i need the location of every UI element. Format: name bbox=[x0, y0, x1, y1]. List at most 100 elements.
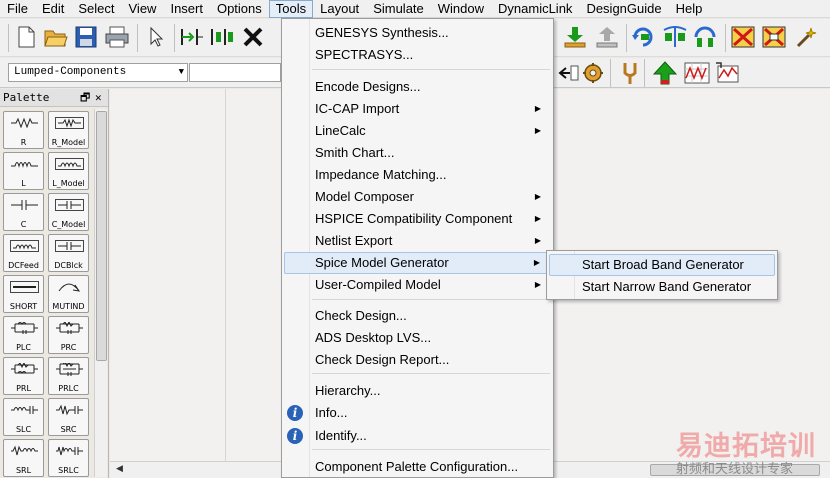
submenu-arrow-icon: ▶ bbox=[534, 214, 541, 223]
close-icon[interactable]: ✕ bbox=[95, 89, 102, 107]
menu-item-label: IC-CAP Import bbox=[315, 101, 400, 116]
menu-item-netlist-export[interactable]: Netlist Export ▶ bbox=[284, 230, 551, 252]
palette-item-r[interactable]: R bbox=[3, 111, 44, 149]
menu-simulate[interactable]: Simulate bbox=[366, 0, 431, 18]
menu-window[interactable]: Window bbox=[431, 0, 491, 18]
tuning-fork-icon[interactable] bbox=[617, 60, 643, 86]
menu-item-identify[interactable]: i Identify... bbox=[284, 425, 551, 447]
align-icon[interactable] bbox=[693, 24, 719, 50]
push-into-icon[interactable] bbox=[556, 60, 582, 86]
wand-icon[interactable] bbox=[793, 24, 819, 50]
palette-item-c-model[interactable]: C_Model bbox=[48, 193, 89, 231]
dcfeed-icon bbox=[10, 240, 39, 252]
plc-icon bbox=[11, 322, 38, 334]
menu-item-info[interactable]: i Info... bbox=[284, 402, 551, 424]
menu-item-check-design[interactable]: Check Design... bbox=[284, 305, 551, 327]
menu-item-impedance-matching[interactable]: Impedance Matching... bbox=[284, 164, 551, 186]
library-select[interactable]: Lumped-Components ▼ bbox=[8, 63, 188, 82]
spice-model-generator-submenu: Start Broad Band Generator Start Narrow B… bbox=[546, 250, 778, 300]
delete-x-icon[interactable] bbox=[240, 24, 266, 50]
menu-designguide[interactable]: DesignGuide bbox=[579, 0, 668, 18]
menu-item-label: Check Design... bbox=[315, 308, 407, 323]
submenu-item-label: Start Broad Band Generator bbox=[582, 257, 744, 272]
menu-item-spice-model-generator[interactable]: Spice Model Generator ▶ bbox=[284, 252, 551, 274]
menu-help[interactable]: Help bbox=[669, 0, 710, 18]
deactivate-icon[interactable] bbox=[730, 24, 756, 50]
menu-item-linecalc[interactable]: LineCalc ▶ bbox=[284, 120, 551, 142]
palette-item-srlc[interactable]: SRLC bbox=[48, 439, 89, 477]
palette-scrollbar-thumb[interactable] bbox=[96, 111, 107, 361]
display-graph-icon[interactable] bbox=[684, 60, 710, 86]
scroll-left-icon[interactable]: ◀ bbox=[116, 463, 123, 474]
toolbar-separator bbox=[137, 24, 138, 52]
menu-item-component-palette-configuration[interactable]: Component Palette Configuration... bbox=[284, 456, 551, 478]
palette-item-label: R_Model bbox=[51, 138, 86, 147]
palette-item-label: DCFeed bbox=[8, 261, 39, 270]
insert-port-icon[interactable] bbox=[209, 24, 235, 50]
submenu-item-start-broad-band-generator[interactable]: Start Broad Band Generator bbox=[549, 254, 775, 276]
import-icon[interactable] bbox=[562, 24, 588, 50]
component-filter-input[interactable] bbox=[189, 63, 281, 82]
palette-item-src[interactable]: SRC bbox=[48, 398, 89, 436]
toolbar-separator bbox=[174, 24, 175, 52]
menu-item-ads-desktop-lvs[interactable]: ADS Desktop LVS... bbox=[284, 327, 551, 349]
menu-item-user-compiled-model[interactable]: User-Compiled Model ▶ bbox=[284, 274, 551, 296]
mirror-icon[interactable] bbox=[662, 24, 688, 50]
menu-item-smith-chart[interactable]: Smith Chart... bbox=[284, 142, 551, 164]
select-arrow-icon[interactable] bbox=[143, 24, 169, 50]
menu-layout[interactable]: Layout bbox=[313, 0, 366, 18]
menu-item-hspice-compatibility-component[interactable]: HSPICE Compatibility Component ▶ bbox=[284, 208, 551, 230]
palette-item-dcfeed[interactable]: DCFeed bbox=[3, 234, 44, 272]
menu-item-ic-cap-import[interactable]: IC-CAP Import ▶ bbox=[284, 98, 551, 120]
palette-item-slc[interactable]: SLC bbox=[3, 398, 44, 436]
palette-item-plc[interactable]: PLC bbox=[3, 316, 44, 354]
palette-item-label: L bbox=[21, 179, 26, 188]
menu-options[interactable]: Options bbox=[210, 0, 269, 18]
menu-edit[interactable]: Edit bbox=[35, 0, 71, 18]
menu-item-hierarchy[interactable]: Hierarchy... bbox=[284, 380, 551, 402]
menu-select[interactable]: Select bbox=[71, 0, 121, 18]
gear-icon[interactable] bbox=[580, 60, 606, 86]
simulate-graph-icon[interactable] bbox=[715, 60, 741, 86]
inductor-model-icon bbox=[55, 158, 84, 170]
rotate-icon[interactable] bbox=[631, 24, 657, 50]
up-arrow-icon[interactable] bbox=[652, 60, 678, 86]
menu-item-encode-designs[interactable]: Encode Designs... bbox=[284, 76, 551, 98]
export-icon[interactable] bbox=[594, 24, 620, 50]
menu-file[interactable]: File bbox=[0, 0, 35, 18]
palette-item-c[interactable]: C bbox=[3, 193, 44, 231]
menu-item-spectrasys[interactable]: SPECTRASYS... bbox=[284, 44, 551, 66]
short-icon[interactable] bbox=[761, 24, 787, 50]
menubar: File Edit Select View Insert Options Too… bbox=[0, 0, 830, 18]
menu-dynamiclink[interactable]: DynamicLink bbox=[491, 0, 579, 18]
float-window-icon[interactable]: 🗗 bbox=[80, 89, 90, 107]
menu-item-label: User-Compiled Model bbox=[315, 277, 441, 292]
palette-item-short[interactable]: SHORT bbox=[3, 275, 44, 313]
palette-item-srl[interactable]: SRL bbox=[3, 439, 44, 477]
menu-insert[interactable]: Insert bbox=[163, 0, 210, 18]
save-icon[interactable] bbox=[73, 24, 99, 50]
palette-scrollbar[interactable] bbox=[94, 109, 107, 477]
menu-item-genesys-synthesis[interactable]: GENESYS Synthesis... bbox=[284, 22, 551, 44]
new-file-icon[interactable] bbox=[13, 24, 39, 50]
slc-icon bbox=[11, 406, 38, 414]
submenu-item-label: Start Narrow Band Generator bbox=[582, 279, 752, 294]
menu-item-model-composer[interactable]: Model Composer ▶ bbox=[284, 186, 551, 208]
print-icon[interactable] bbox=[104, 24, 130, 50]
open-folder-icon[interactable] bbox=[43, 24, 69, 50]
submenu-item-start-narrow-band-generator[interactable]: Start Narrow Band Generator bbox=[549, 276, 775, 298]
menu-tools[interactable]: Tools bbox=[268, 0, 314, 18]
palette-item-mutind[interactable]: MUTIND bbox=[48, 275, 89, 313]
palette-item-l[interactable]: L bbox=[3, 152, 44, 190]
palette-item-prlc[interactable]: PRLC bbox=[48, 357, 89, 395]
palette-item-prc[interactable]: PRC bbox=[48, 316, 89, 354]
menu-item-check-design-report[interactable]: Check Design Report... bbox=[284, 349, 551, 371]
palette-item-label: SHORT bbox=[9, 302, 38, 311]
palette-item-prl[interactable]: PRL bbox=[3, 357, 44, 395]
palette-item-dcblck[interactable]: DCBlck bbox=[48, 234, 89, 272]
menu-item-label: Check Design Report... bbox=[315, 352, 450, 367]
menu-view[interactable]: View bbox=[122, 0, 164, 18]
insert-pin-icon[interactable] bbox=[179, 24, 205, 50]
palette-item-r-model[interactable]: R_Model bbox=[48, 111, 89, 149]
palette-item-l-model[interactable]: L_Model bbox=[48, 152, 89, 190]
